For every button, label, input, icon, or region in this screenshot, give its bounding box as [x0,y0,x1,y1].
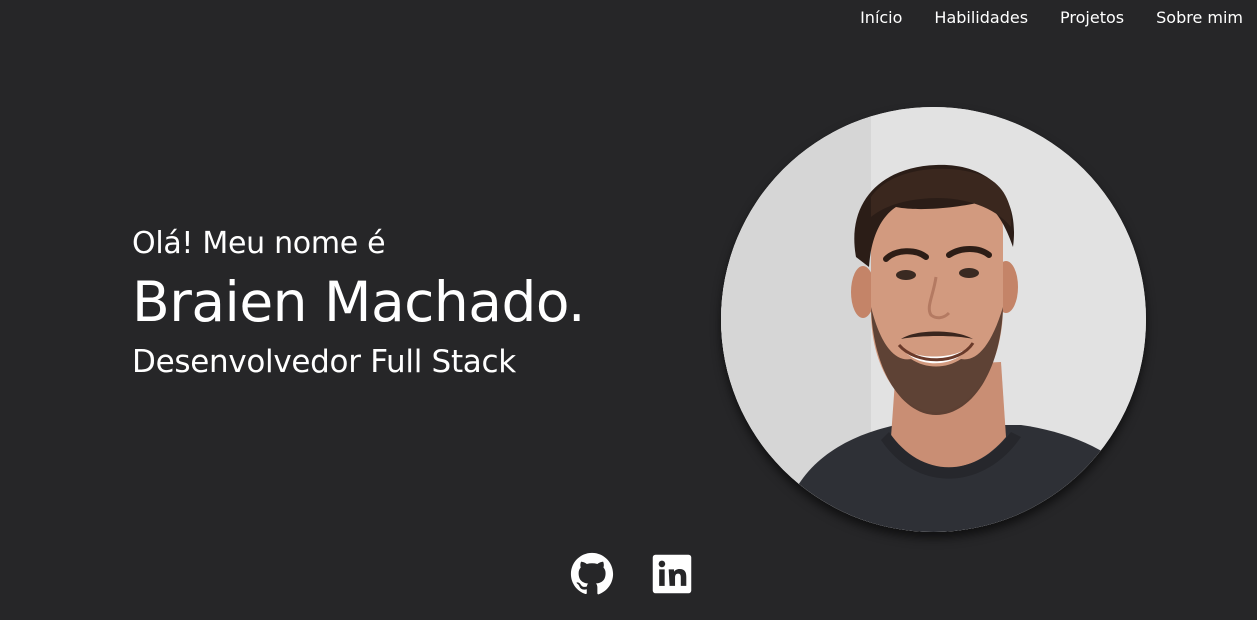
nav-link-projetos[interactable]: Projetos [1044,8,1140,28]
nav-link-inicio[interactable]: Início [844,8,918,28]
profile-photo [721,107,1146,532]
github-icon [570,552,614,595]
profile-photo-illustration [721,107,1146,532]
page: Início Habilidades Projetos Sobre mim Ol… [0,0,1257,620]
hero-intro: Olá! Meu nome é Braien Machado. Desenvol… [132,224,652,382]
linkedin-link[interactable] [650,552,694,596]
hero-role: Desenvolvedor Full Stack [132,344,516,380]
linkedin-icon [652,554,692,594]
top-nav: Início Habilidades Projetos Sobre mim [844,8,1243,28]
hero-greeting: Olá! Meu nome é [132,226,386,261]
hero-name: Braien Machado. [132,270,586,334]
nav-link-sobre-mim[interactable]: Sobre mim [1140,8,1243,28]
nav-link-habilidades[interactable]: Habilidades [918,8,1044,28]
social-links [570,552,694,596]
github-link[interactable] [570,552,614,596]
